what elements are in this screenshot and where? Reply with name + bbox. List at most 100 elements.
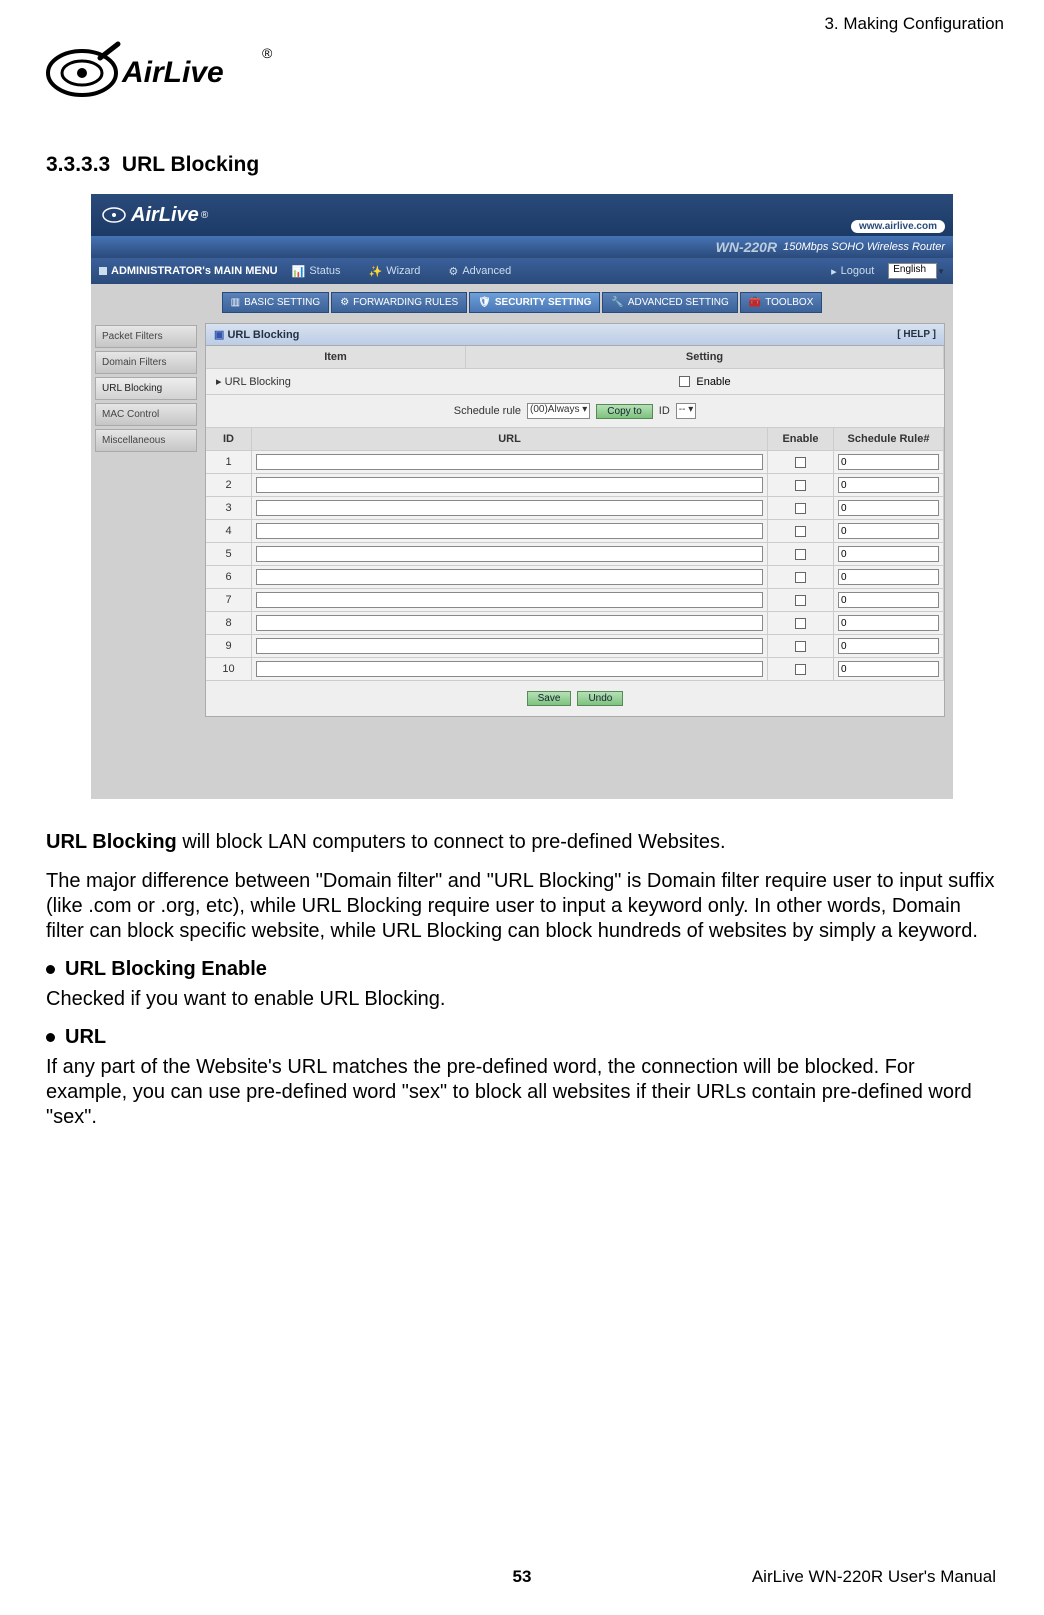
advanced-icon: ⚙ <box>448 265 458 278</box>
panel-icon: ▣ <box>214 329 224 341</box>
grid-col-url: URL <box>252 428 768 450</box>
undo-button[interactable]: Undo <box>577 691 623 706</box>
sched-input[interactable] <box>838 615 939 631</box>
tools-icon: 🔧 <box>611 297 623 308</box>
row-url-cell <box>252 635 768 657</box>
url-input[interactable] <box>256 661 763 677</box>
admin-menu-label: ADMINISTRATOR's MAIN MENU <box>111 265 278 277</box>
row-url-cell <box>252 658 768 680</box>
sidebar-item-miscellaneous[interactable]: Miscellaneous <box>95 429 197 452</box>
gear-icon: ⚙ <box>340 297 349 308</box>
sched-input[interactable] <box>838 523 939 539</box>
save-button[interactable]: Save <box>527 691 572 706</box>
menu-advanced[interactable]: ⚙Advanced <box>448 265 511 278</box>
row-enable-checkbox[interactable] <box>795 503 806 514</box>
row-enable-cell <box>768 566 834 588</box>
row-enable-checkbox[interactable] <box>795 641 806 652</box>
url-input[interactable] <box>256 615 763 631</box>
tab-forwarding-rules[interactable]: ⚙FORWARDING RULES <box>331 292 467 313</box>
row-enable-cell <box>768 589 834 611</box>
sched-input[interactable] <box>838 592 939 608</box>
sched-input[interactable] <box>838 569 939 585</box>
url-badge: www.airlive.com <box>851 220 945 233</box>
sched-input[interactable] <box>838 454 939 470</box>
router-ui-screenshot: AirLive ® www.airlive.com WN-220R 150Mbp… <box>90 193 954 800</box>
row-enable-checkbox[interactable] <box>795 480 806 491</box>
row-enable-checkbox[interactable] <box>795 664 806 675</box>
row-url-cell <box>252 566 768 588</box>
row-enable-cell <box>768 543 834 565</box>
bullet-1-title: URL Blocking Enable <box>65 958 267 981</box>
row-enable-checkbox[interactable] <box>795 618 806 629</box>
url-blocking-panel: ▣ URL Blocking [ HELP ] Item Setting ▸ U… <box>205 323 945 717</box>
sched-input[interactable] <box>838 661 939 677</box>
status-icon: 📊 <box>292 265 306 278</box>
sched-input[interactable] <box>838 500 939 516</box>
row-enable-cell <box>768 497 834 519</box>
table-row: 3 <box>206 497 944 520</box>
menu-wizard[interactable]: ✨Wizard <box>369 265 421 278</box>
row-url-cell <box>252 612 768 634</box>
row-enable-checkbox[interactable] <box>795 457 806 468</box>
table-row: 6 <box>206 566 944 589</box>
sidebar-item-mac-control[interactable]: MAC Control <box>95 403 197 426</box>
language-select[interactable]: English <box>888 263 937 279</box>
airlive-logo-icon: AirLive ® <box>40 38 280 108</box>
url-input[interactable] <box>256 546 763 562</box>
schedule-select[interactable]: (00)Always ▾ <box>527 403 590 419</box>
copy-to-button[interactable]: Copy to <box>596 404 652 419</box>
url-input[interactable] <box>256 569 763 585</box>
sched-input[interactable] <box>838 477 939 493</box>
orbit-icon <box>101 202 127 228</box>
row-id: 10 <box>206 658 252 680</box>
row-enable-checkbox[interactable] <box>795 572 806 583</box>
enable-checkbox[interactable] <box>679 376 690 387</box>
row-sched-cell <box>834 520 944 542</box>
menu-logout[interactable]: ▸ Logout <box>831 265 874 278</box>
model-bar: www.airlive.com WN-220R 150Mbps SOHO Wir… <box>91 236 953 258</box>
row-enable-checkbox[interactable] <box>795 526 806 537</box>
col-setting: Setting <box>466 346 944 368</box>
sidebar: Packet Filters Domain Filters URL Blocki… <box>91 319 201 799</box>
url-input[interactable] <box>256 592 763 608</box>
tab-basic-setting[interactable]: ▥BASIC SETTING <box>222 292 330 313</box>
menu-status[interactable]: 📊Status <box>292 265 341 278</box>
url-input[interactable] <box>256 500 763 516</box>
table-row: 7 <box>206 589 944 612</box>
grid-col-sched: Schedule Rule# <box>834 428 944 450</box>
sidebar-item-url-blocking[interactable]: URL Blocking <box>95 377 197 400</box>
router-topbar: AirLive ® <box>91 194 953 236</box>
row-enable-checkbox[interactable] <box>795 595 806 606</box>
row-sched-cell <box>834 474 944 496</box>
row-url-cell <box>252 589 768 611</box>
enable-text: Enable <box>696 376 730 388</box>
sidebar-item-domain-filters[interactable]: Domain Filters <box>95 351 197 374</box>
tab-security-setting[interactable]: 🛡SECURITY SETTING <box>469 292 600 313</box>
row-enable-checkbox[interactable] <box>795 549 806 560</box>
id-select[interactable]: -- ▾ <box>676 403 696 419</box>
url-input[interactable] <box>256 638 763 654</box>
sidebar-item-packet-filters[interactable]: Packet Filters <box>95 325 197 348</box>
url-input[interactable] <box>256 454 763 470</box>
table-row: 10 <box>206 658 944 681</box>
row-enable-cell <box>768 520 834 542</box>
row-sched-cell <box>834 612 944 634</box>
shield-icon: 🛡 <box>478 297 491 308</box>
svg-text:®: ® <box>262 45 273 61</box>
row-id: 6 <box>206 566 252 588</box>
row-enable-cell <box>768 612 834 634</box>
tab-toolbox[interactable]: 🧰TOOLBOX <box>740 292 823 313</box>
model-number: WN-220R <box>716 239 777 255</box>
para1-lead: URL Blocking <box>46 831 177 853</box>
url-input[interactable] <box>256 523 763 539</box>
url-input[interactable] <box>256 477 763 493</box>
help-link[interactable]: [ HELP ] <box>897 329 936 340</box>
sched-input[interactable] <box>838 546 939 562</box>
row-url-cell <box>252 520 768 542</box>
table-row: 8 <box>206 612 944 635</box>
tab-advanced-setting[interactable]: 🔧ADVANCED SETTING <box>602 292 737 313</box>
row-sched-cell <box>834 451 944 473</box>
bullet-url: URL <box>46 1026 998 1049</box>
paragraph-1: URL Blocking will block LAN computers to… <box>46 830 998 855</box>
sched-input[interactable] <box>838 638 939 654</box>
